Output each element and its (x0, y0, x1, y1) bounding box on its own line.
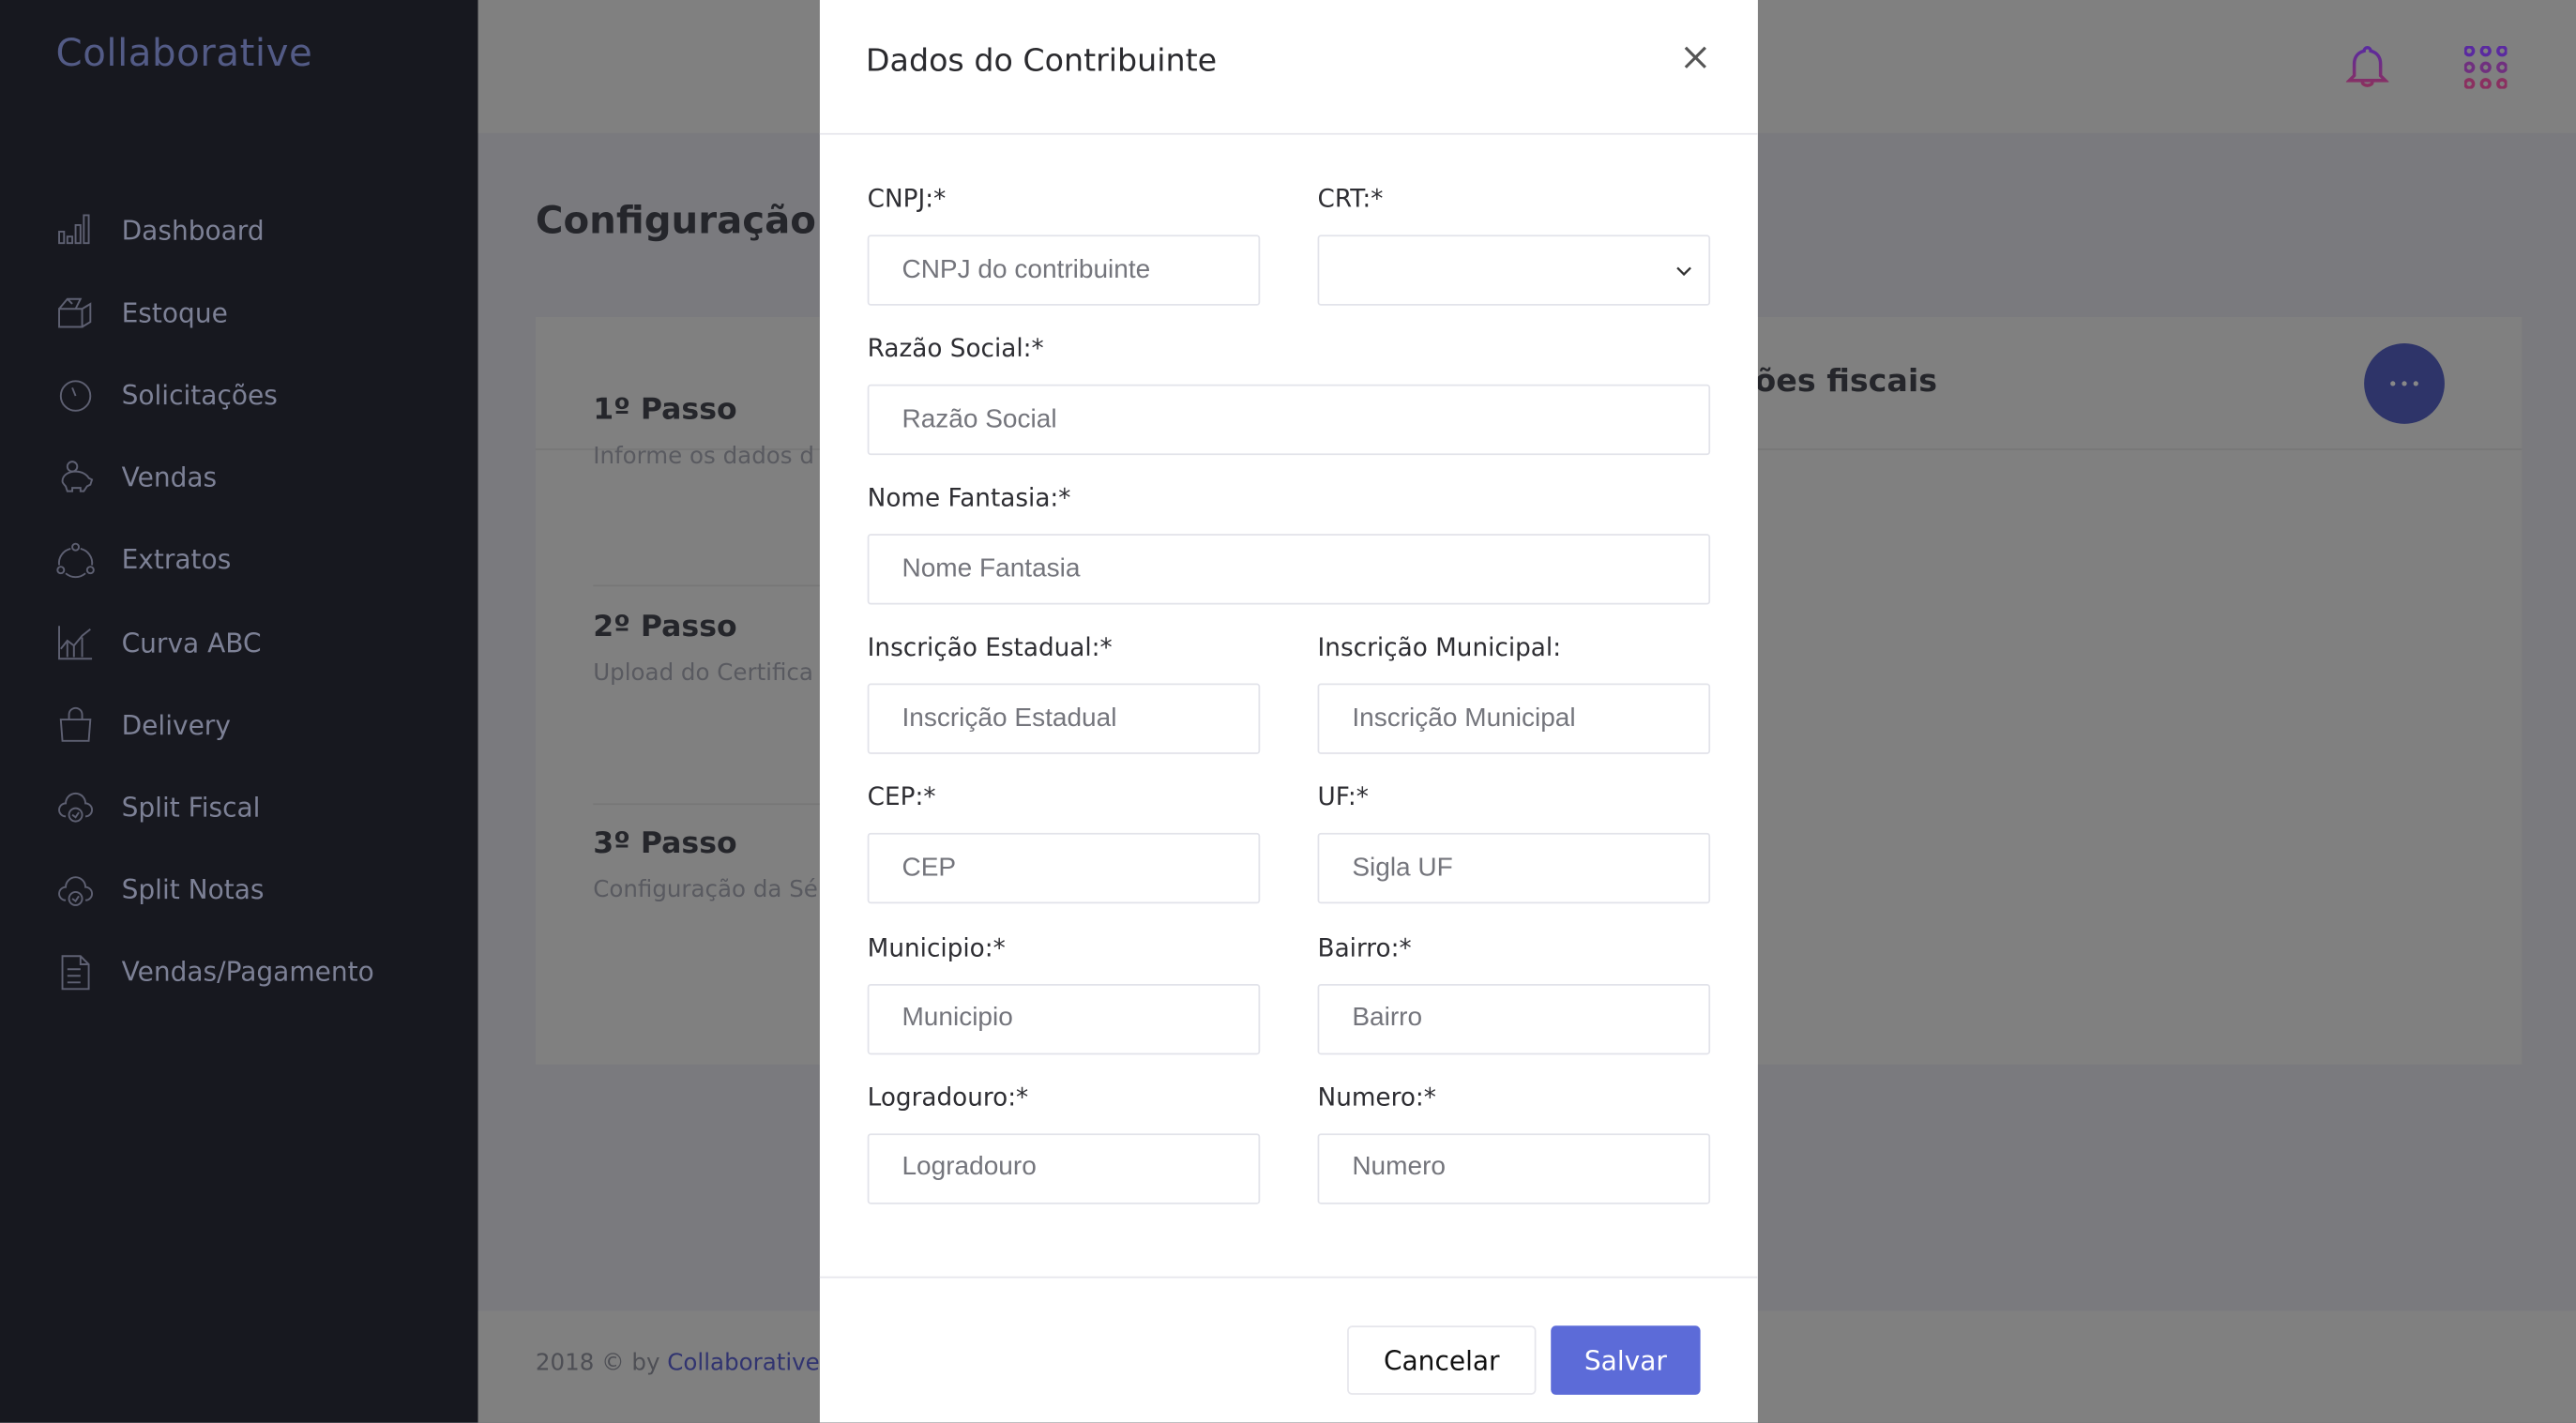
sidebar-item-label: Vendas (121, 462, 218, 493)
cycle-icon (56, 542, 95, 578)
cancel-button[interactable]: Cancelar (1347, 1325, 1537, 1395)
im-input[interactable] (1317, 684, 1711, 755)
divider (819, 1276, 1758, 1279)
step-desc: Informe os dados d (593, 443, 814, 470)
municipio-label: Municipio:* (867, 931, 1006, 962)
municipio-input[interactable] (867, 983, 1261, 1054)
footer-text: 2018 © by Collaborative (536, 1351, 820, 1377)
step-desc: Upload do Certifica (593, 660, 813, 688)
timer-icon (59, 381, 92, 413)
sidebar-item-split-notas[interactable]: Split Notas (56, 865, 467, 915)
razao-label: Razão Social:* (867, 333, 1044, 364)
step-2: 2º Passo Upload do Certifica (593, 610, 813, 687)
step-3: 3º Passo Configuração da Sé (593, 826, 818, 903)
divider (593, 803, 824, 806)
bairro-label: Bairro:* (1317, 931, 1412, 962)
sidebar-item-dashboard[interactable]: Dashboard (56, 205, 467, 255)
step-title: 2º Passo (593, 609, 737, 644)
cep-label: CEP:* (867, 782, 936, 812)
razao-input[interactable] (867, 384, 1711, 456)
uf-label: UF:* (1317, 782, 1369, 812)
step-desc: Configuração da Sé (593, 877, 818, 904)
step-title: 1º Passo (593, 392, 737, 428)
more-options-button[interactable] (2364, 343, 2445, 424)
cnpj-label: CNPJ:* (867, 184, 947, 214)
sidebar: Collaborative Dashboard Estoque Solicitaçõ… (0, 0, 478, 1423)
fantasia-label: Nome Fantasia:* (867, 483, 1071, 513)
piggy-bank-icon (61, 460, 94, 492)
cnpj-input[interactable] (867, 235, 1261, 306)
shopping-bag-icon (59, 707, 92, 743)
chevron-down-icon (1676, 265, 1691, 276)
sidebar-item-label: Split Notas (121, 873, 265, 906)
taxpayer-modal: Dados do Contribuinte CNPJ:* CNPJ do cont… (819, 0, 1758, 1423)
sidebar-item-delivery[interactable]: Delivery (56, 700, 467, 749)
document-list-icon (61, 954, 90, 990)
sidebar-item-curva-abc[interactable]: Curva ABC (56, 617, 467, 667)
sidebar-item-estoque[interactable]: Estoque (56, 288, 467, 338)
ie-input[interactable] (867, 684, 1261, 755)
step-title: 3º Passo (593, 825, 737, 861)
ie-label: Inscrição Estadual:* (867, 632, 1113, 663)
copyright: 2018 © by (535, 1350, 668, 1377)
logradouro-label: Logradouro:* (867, 1082, 1029, 1112)
dot-icon (2402, 381, 2407, 386)
apps-grid-icon[interactable] (2463, 46, 2508, 89)
sidebar-item-label: Curva ABC (121, 627, 262, 659)
sidebar-item-vendas-pagamento[interactable]: Vendas/Pagamento (56, 947, 467, 997)
dot-icon (2390, 381, 2396, 386)
sidebar-item-label: Vendas/Pagamento (121, 956, 374, 989)
bar-chart-icon (58, 214, 90, 245)
im-label: Inscrição Municipal: (1317, 632, 1562, 663)
save-button[interactable]: Salvar (1551, 1325, 1701, 1395)
crt-select[interactable] (1317, 235, 1711, 306)
box-icon (58, 298, 92, 328)
sidebar-item-label: Extratos (121, 544, 232, 576)
sidebar-item-label: Delivery (121, 709, 231, 741)
bell-icon[interactable] (2345, 44, 2389, 90)
logradouro-input[interactable] (867, 1132, 1261, 1203)
cloud-check-icon (58, 793, 94, 824)
footer-link[interactable]: Collaborative (667, 1351, 819, 1377)
step-1: 1º Passo Informe os dados d (593, 393, 814, 470)
modal-header: Dados do Contribuinte (819, 0, 1758, 135)
numero-label: Numero:* (1317, 1082, 1436, 1112)
sidebar-item-extratos[interactable]: Extratos (56, 536, 467, 585)
line-chart-icon (58, 626, 93, 660)
sidebar-item-solicita-es[interactable]: Solicitações (56, 371, 467, 420)
brand-logo[interactable]: Collaborative (56, 33, 313, 76)
cloud-check-icon (58, 875, 94, 906)
sidebar-item-split-fiscal[interactable]: Split Fiscal (56, 782, 467, 832)
page-title: Configuração Fi (535, 200, 869, 244)
bairro-input[interactable] (1317, 983, 1711, 1054)
close-icon[interactable] (1677, 39, 1714, 76)
fantasia-input[interactable] (867, 534, 1711, 605)
modal-title: Dados do Contribuinte (865, 42, 1218, 80)
divider (593, 584, 824, 587)
sidebar-item-label: Estoque (121, 296, 228, 328)
dot-icon (2413, 381, 2418, 386)
card-title: ões fiscais (1754, 363, 1938, 400)
crt-label: CRT:* (1317, 184, 1384, 214)
cep-input[interactable] (867, 833, 1261, 904)
sidebar-item-vendas[interactable]: Vendas (56, 453, 467, 503)
sidebar-item-label: Solicitações (121, 379, 278, 411)
sidebar-item-label: Dashboard (121, 214, 265, 246)
sidebar-item-label: Split Fiscal (121, 791, 261, 824)
uf-input[interactable] (1317, 833, 1711, 904)
numero-input[interactable] (1317, 1132, 1711, 1203)
